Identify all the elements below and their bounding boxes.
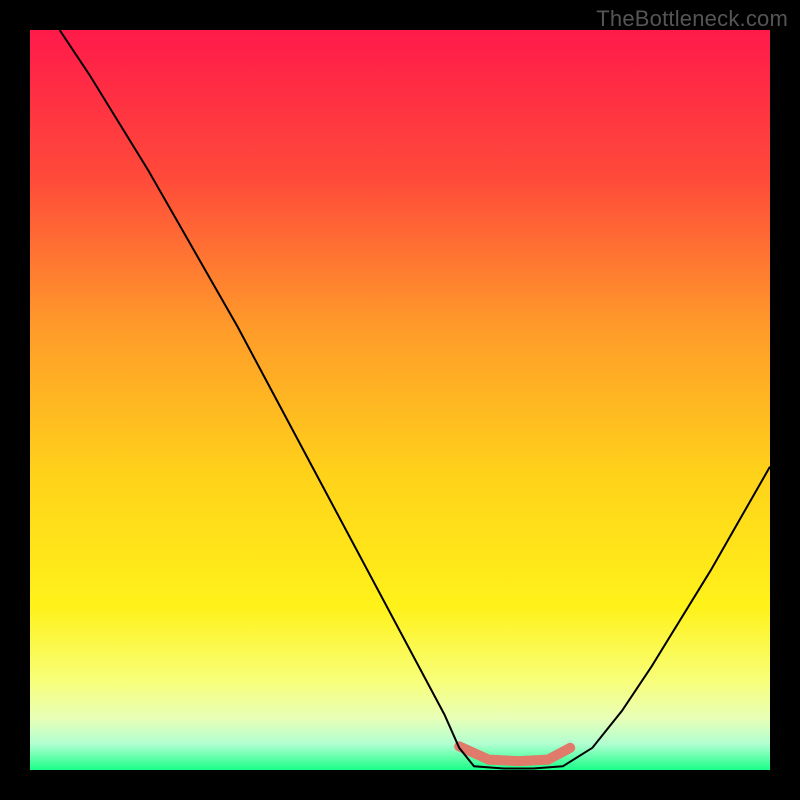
bottleneck-chart	[30, 30, 770, 770]
gradient-background	[30, 30, 770, 770]
chart-canvas	[30, 30, 770, 770]
watermark-text: TheBottleneck.com	[596, 6, 788, 32]
